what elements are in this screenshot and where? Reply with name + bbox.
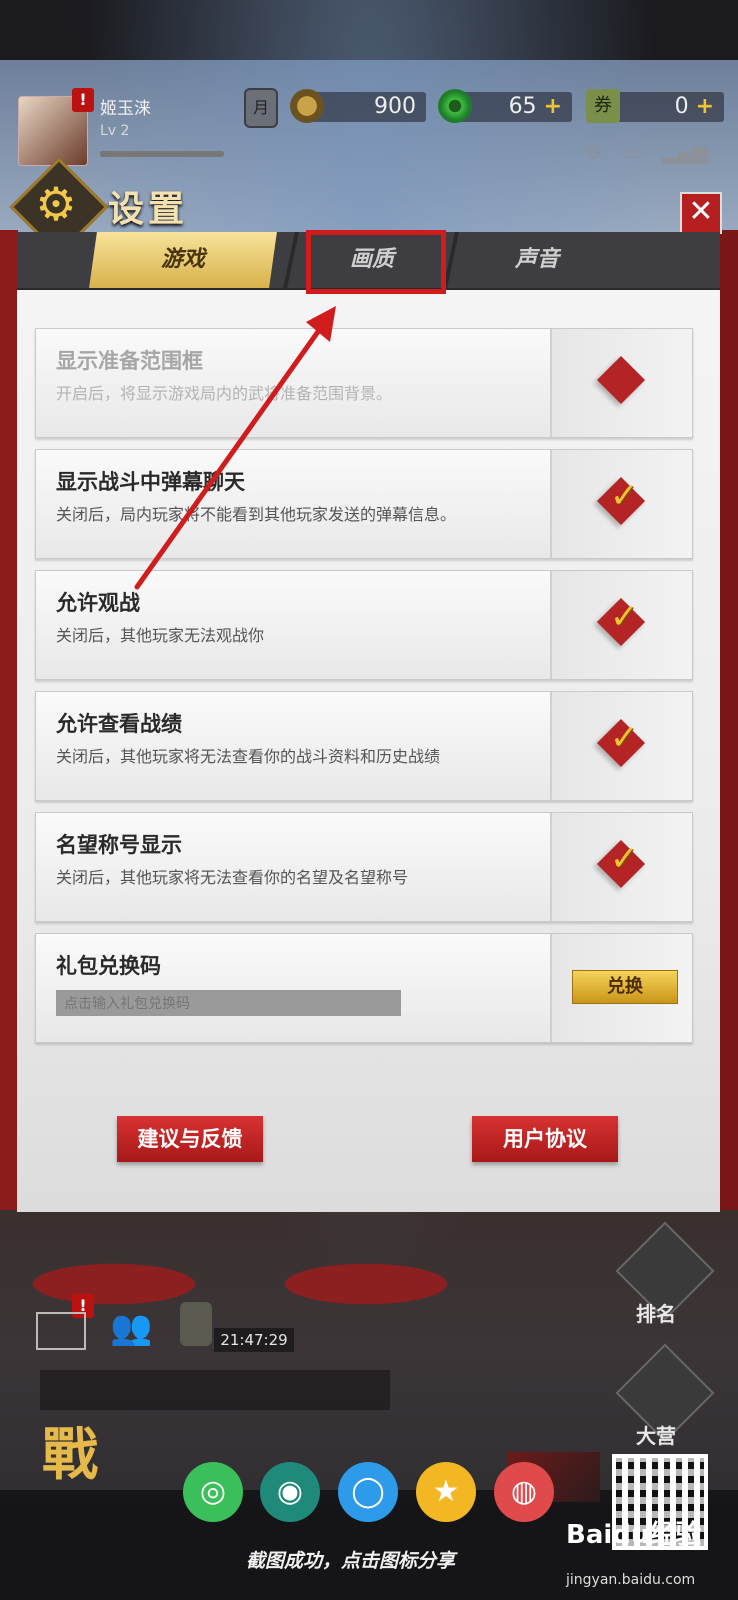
- camp-label: 大营: [636, 1424, 676, 1448]
- wechat-share-icon[interactable]: ◎: [183, 1462, 243, 1522]
- baidu-url: jingyan.baidu.com: [566, 1572, 696, 1588]
- qq-share-icon[interactable]: ◯: [338, 1462, 398, 1522]
- clock: 21:47:29: [214, 1328, 294, 1352]
- friends-icon[interactable]: 👥: [110, 1308, 156, 1348]
- rank-label: 排名: [636, 1302, 676, 1326]
- share-caption: 截图成功，点击图标分享: [246, 1550, 456, 1572]
- mail-icon[interactable]: [36, 1312, 86, 1350]
- chat-strip[interactable]: [40, 1370, 390, 1410]
- annotation-arrow-icon: [134, 306, 336, 590]
- bag-icon[interactable]: [180, 1302, 212, 1346]
- moments-share-icon[interactable]: ◉: [260, 1462, 320, 1522]
- qzone-share-icon[interactable]: ★: [416, 1462, 476, 1522]
- baidu-watermark: Baidu经验: [566, 1520, 702, 1550]
- weibo-share-icon[interactable]: ◍: [494, 1462, 554, 1522]
- war-logo: 戰: [42, 1423, 98, 1488]
